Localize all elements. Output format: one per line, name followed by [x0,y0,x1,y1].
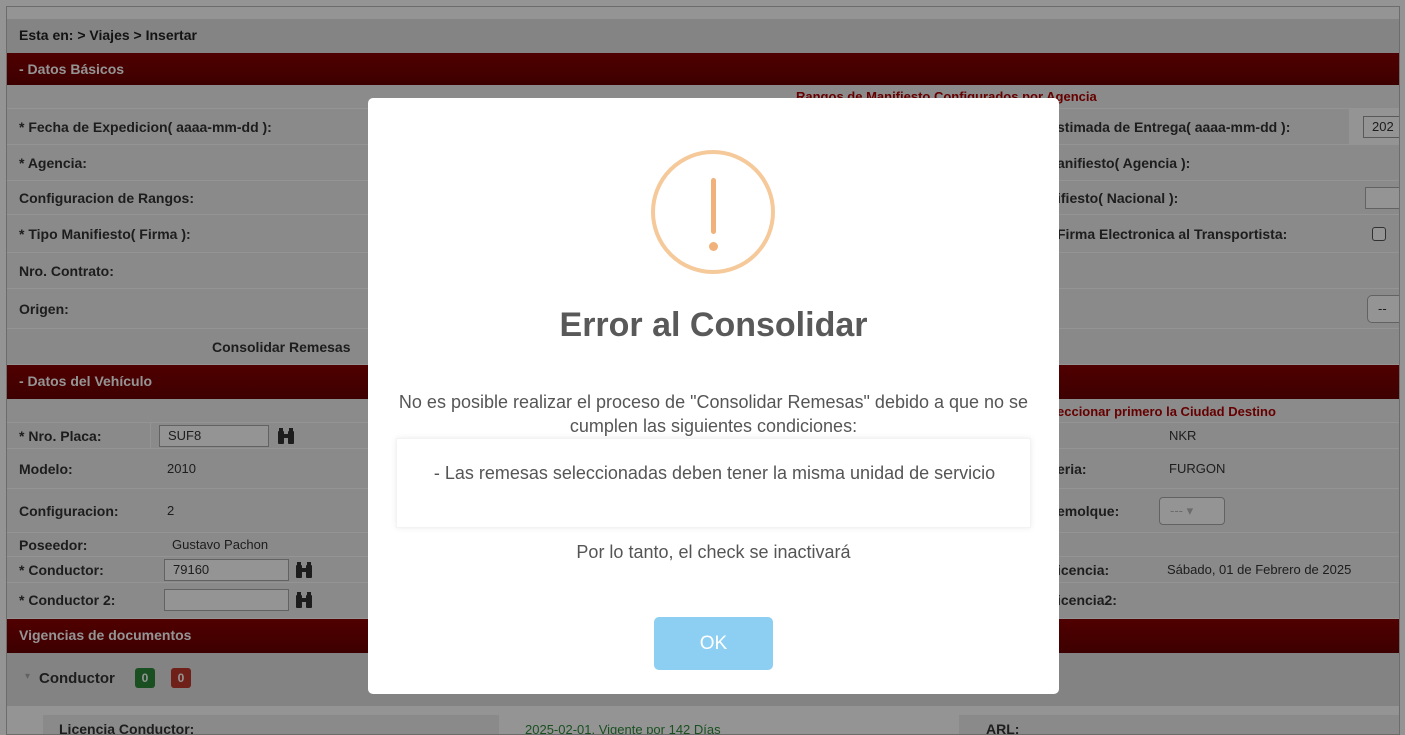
dialog-title: Error al Consolidar [559,306,868,344]
ok-button[interactable]: OK [654,617,773,670]
dialog-footer-text: Por lo tanto, el check se inactivará [576,542,851,562]
dialog-message: No es posible realizar el proceso de "Co… [398,392,1029,436]
condition-item: - Las remesas seleccionadas deben tener … [433,463,996,483]
warning-icon [651,150,775,274]
error-dialog: Error al Consolidar No es posible realiz… [368,98,1059,694]
conditions-box: - Las remesas seleccionadas deben tener … [396,438,1031,528]
